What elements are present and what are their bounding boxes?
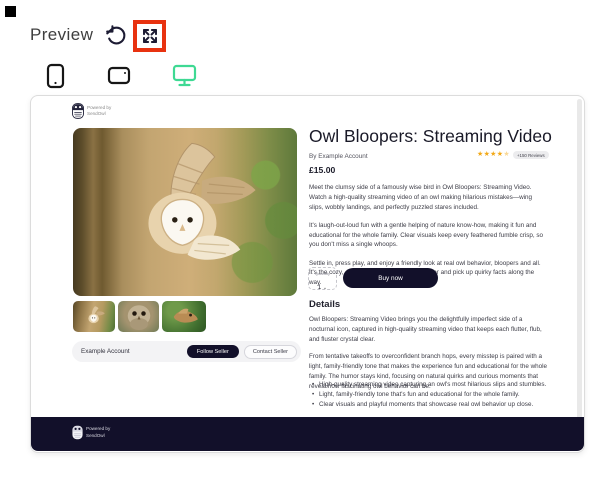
product-main-image[interactable] <box>73 128 297 296</box>
bullet-item: Light, family-friendly tone that's fun a… <box>312 390 552 400</box>
owl-flight-thumb-image <box>88 306 105 324</box>
tablet-icon <box>107 66 131 85</box>
description-paragraph: Meet the clumsy side of a famously wise … <box>309 184 533 211</box>
fullscreen-button-highlighted[interactable] <box>133 20 166 52</box>
barn-owl-photo <box>148 142 256 260</box>
store-footer: Powered by SendOwl <box>31 417 584 451</box>
description-paragraph: It's laugh-out-loud fun with a gentle he… <box>309 221 544 249</box>
sendowl-owl-logo-icon <box>72 425 83 440</box>
product-thumbnail-owl-green[interactable] <box>162 301 206 332</box>
monitor-icon <box>172 64 197 87</box>
sendowl-owl-logo-icon <box>72 103 84 119</box>
seller-name: Example Account <box>81 348 130 355</box>
bullet-item: High-quality streaming video capturing a… <box>312 380 552 390</box>
bullet-item: Clear visuals and playful moments that s… <box>312 400 552 410</box>
preview-scrollbar[interactable] <box>577 99 582 447</box>
phone-icon <box>46 63 65 89</box>
product-thumbnail-owl-flight[interactable] <box>73 301 115 332</box>
preview-title: Preview <box>30 25 94 44</box>
expand-icon <box>141 27 159 45</box>
product-byline: By Example Account <box>309 153 368 160</box>
store-header-brand-label: Powered by SendOwl <box>87 104 112 116</box>
owl-in-foliage-thumb-image <box>173 308 198 323</box>
contact-seller-button[interactable]: Contact Seller <box>243 344 297 359</box>
star-rating-icons: ★★★★★ <box>477 150 510 158</box>
reviews-count-badge: +150 Reviews <box>512 151 549 159</box>
product-thumbnail-owl-face[interactable] <box>118 301 159 332</box>
details-heading: Details <box>309 299 341 310</box>
details-bullet-list: High-quality streaming video capturing a… <box>312 380 552 411</box>
chevron-down-icon: ⌄ <box>322 285 328 291</box>
details-paragraph: Owl Bloopers: Streaming Video brings you… <box>309 316 542 343</box>
product-price: £15.00 <box>309 165 336 175</box>
owl-face-thumb-image <box>127 305 150 330</box>
refresh-icon <box>105 25 126 46</box>
quantity-label: Quantity <box>315 271 330 276</box>
quantity-stepper[interactable]: Quantity 1 ⌄ <box>308 267 337 291</box>
product-title: Owl Bloopers: Streaming Video <box>309 126 552 146</box>
product-rating: ★★★★★ +150 Reviews <box>477 151 549 159</box>
store-header-brand[interactable]: Powered by SendOwl <box>72 103 111 119</box>
refresh-button[interactable] <box>105 25 126 46</box>
corner-marker <box>5 6 16 17</box>
store-footer-brand[interactable]: Powered by SendOwl <box>72 425 110 440</box>
quantity-value: 1 <box>317 285 322 291</box>
follow-seller-button[interactable]: Follow Seller <box>186 345 239 358</box>
storefront-preview-panel: Powered by SendOwl Example Account Follo… <box>30 95 585 453</box>
store-footer-brand-label: Powered by SendOwl <box>86 426 111 438</box>
seller-row: Example Account Follow Seller Contact Se… <box>72 341 301 362</box>
device-toggle-mobile[interactable] <box>46 63 65 89</box>
device-toggle-tablet[interactable] <box>107 66 131 85</box>
device-toggle-desktop-active[interactable] <box>172 64 197 87</box>
buy-now-button[interactable]: Buy now <box>343 268 438 288</box>
